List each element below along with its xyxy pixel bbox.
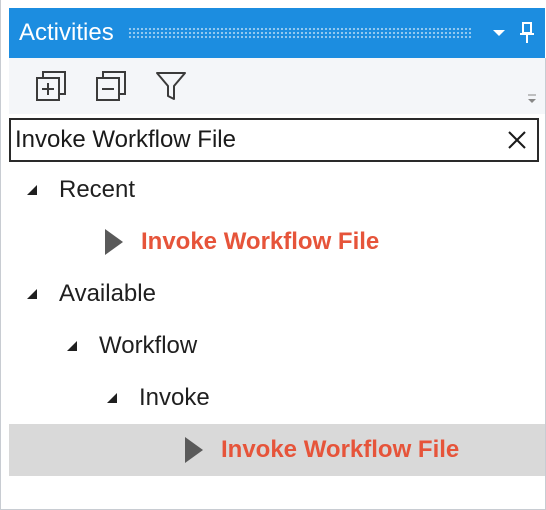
- tree-leaf-recent-invoke-workflow-file[interactable]: Invoke Workflow File: [9, 216, 545, 268]
- expanded-triangle-icon[interactable]: [25, 183, 39, 197]
- activity-play-icon: [105, 229, 123, 255]
- toolbar: [9, 58, 545, 114]
- tree-node-recent[interactable]: Recent: [9, 164, 545, 216]
- collapse-all-icon: [96, 71, 126, 101]
- title-bar: Activities: [9, 8, 545, 58]
- expanded-triangle-icon[interactable]: [65, 339, 79, 353]
- tree-node-invoke[interactable]: Invoke: [9, 372, 545, 424]
- collapse-all-button[interactable]: [89, 64, 133, 108]
- activity-label: Invoke Workflow File: [141, 228, 380, 255]
- search-box: [9, 118, 539, 162]
- expanded-triangle-icon[interactable]: [25, 287, 39, 301]
- title-bar-wrapper: Activities: [1, 0, 546, 58]
- tree-node-label: Recent: [59, 176, 136, 203]
- filter-icon: [156, 72, 186, 100]
- drag-grip[interactable]: [127, 27, 471, 39]
- panel-title: Activities: [19, 19, 114, 46]
- activity-label: Invoke Workflow File: [221, 436, 460, 463]
- filter-button[interactable]: [149, 64, 193, 108]
- tree-node-label: Workflow: [99, 332, 198, 359]
- tree-node-available[interactable]: Available: [9, 268, 545, 320]
- activities-panel: Activities Invoke Workflow File Recent I…: [0, 0, 546, 510]
- toolbar-overflow-icon[interactable]: [527, 92, 537, 110]
- expand-all-button[interactable]: [29, 64, 73, 108]
- expand-all-icon: [36, 71, 66, 101]
- search-input[interactable]: [11, 120, 497, 160]
- tree-leaf-invoke-workflow-file-selected[interactable]: Invoke Workflow File: [9, 424, 545, 476]
- pin-icon[interactable]: [513, 19, 541, 47]
- tree-node-label: Invoke: [139, 384, 210, 411]
- activity-play-icon: [185, 437, 203, 463]
- tree-node-label: Available: [59, 280, 156, 307]
- close-icon[interactable]: [497, 120, 537, 160]
- expanded-triangle-icon[interactable]: [105, 391, 119, 405]
- tree-node-workflow[interactable]: Workflow: [9, 320, 545, 372]
- activities-tree: Recent Invoke Workflow File Available Wo…: [9, 164, 545, 476]
- dropdown-arrow-icon[interactable]: [485, 19, 513, 47]
